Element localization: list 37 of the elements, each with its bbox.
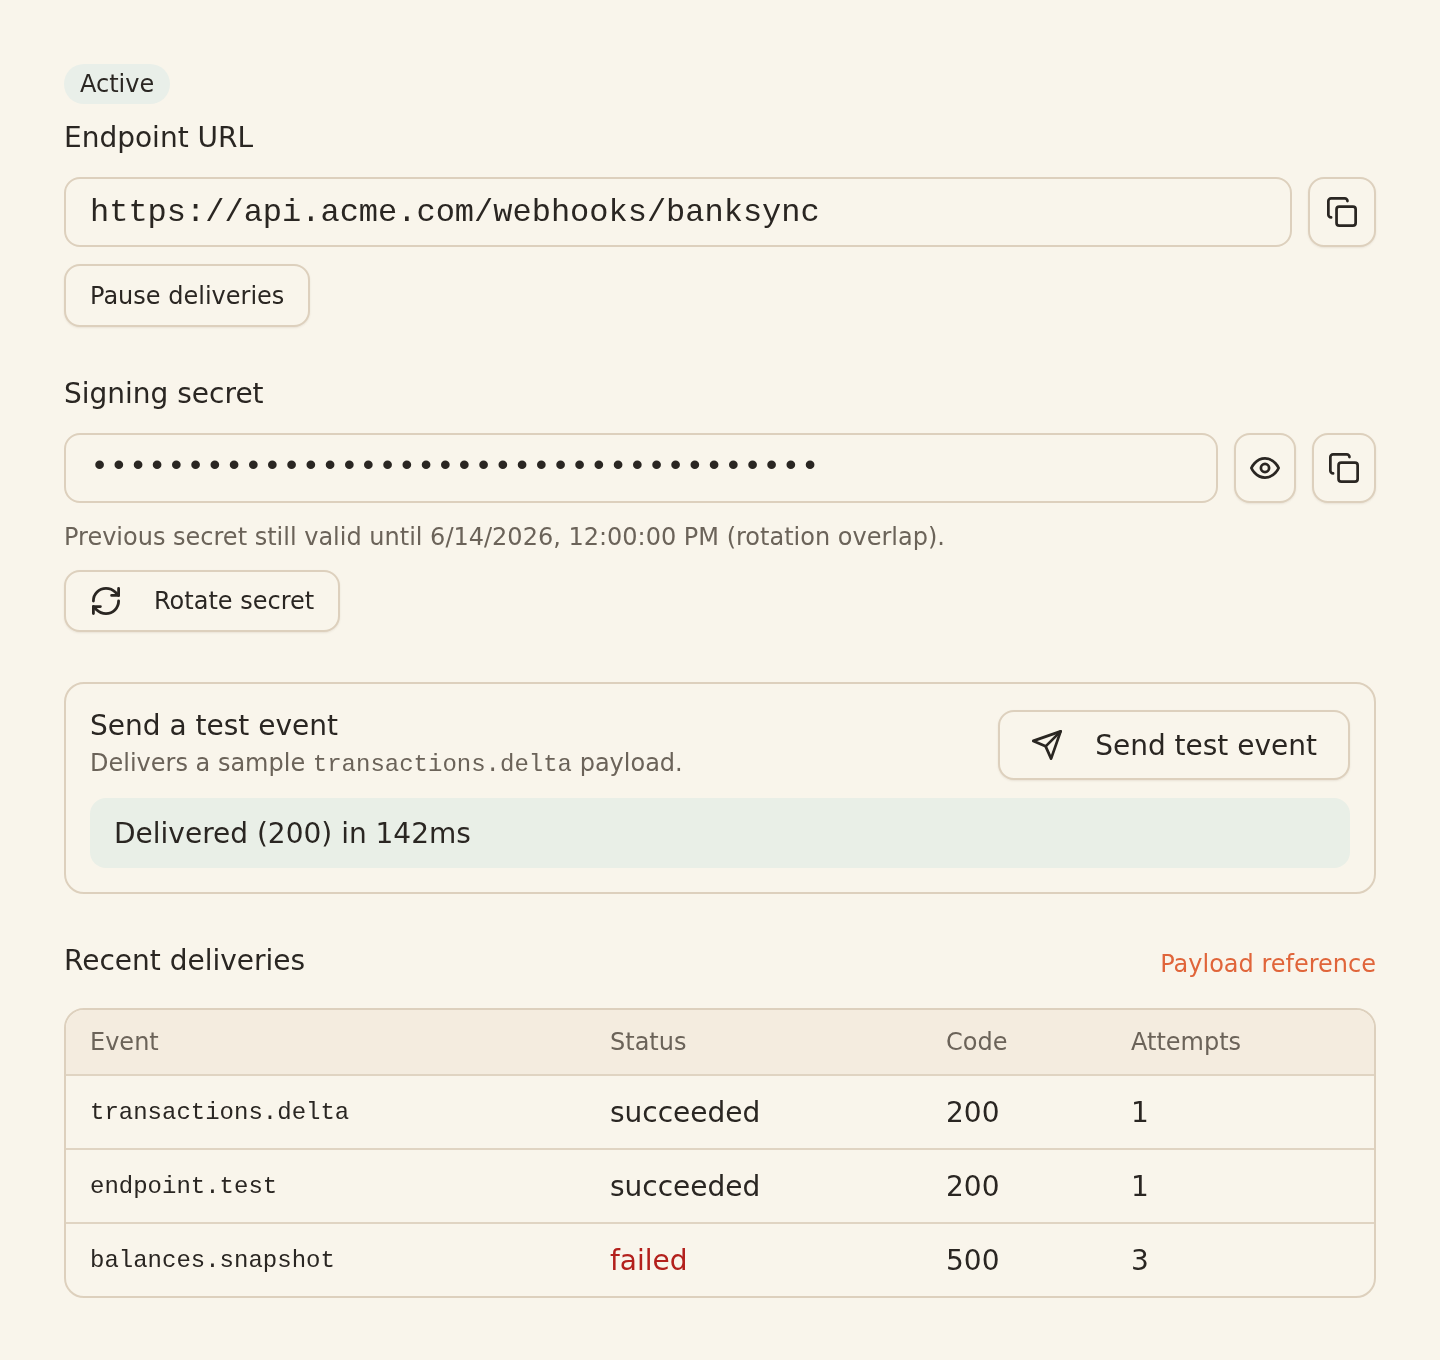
rotate-secret-button[interactable]: Rotate secret (64, 570, 341, 632)
copy-button[interactable] (1308, 177, 1376, 247)
table-cell-text: 1 (1130, 1095, 1150, 1129)
column-header: Status (609, 1028, 688, 1056)
send-test-event-button[interactable]: Send test event (998, 710, 1350, 780)
section-label: Endpoint URL (64, 121, 255, 155)
url-field[interactable]: https://api.acme.com/webhooks/banksync (64, 177, 1292, 247)
status-badge: Active (64, 64, 171, 104)
section-label: Signing secret (64, 377, 265, 411)
card-title: Send a test event (90, 710, 339, 742)
secret-field[interactable]: •••••••••••••••••••••••••••••••••••••• (64, 433, 1218, 503)
column-header: Attempts (1130, 1028, 1243, 1056)
pause-button[interactable]: Pause deliveries (64, 264, 311, 327)
copy-icon (1327, 197, 1357, 227)
copy-icon (1329, 453, 1359, 483)
section-heading: Recent deliveries (64, 944, 306, 978)
table-cell-text: balances.snapshot (89, 1246, 336, 1274)
table-cell-text: 200 (945, 1095, 1001, 1129)
send-icon (1032, 730, 1063, 760)
table-cell-text: 3 (1130, 1243, 1150, 1277)
show-secret-button[interactable] (1234, 433, 1296, 503)
table-cell-text: 500 (945, 1243, 1001, 1277)
table-cell-text: 1 (1130, 1169, 1150, 1203)
table-cell-text: 200 (945, 1169, 1001, 1203)
table-cell-text: transactions.delta (89, 1098, 351, 1126)
refresh-icon (92, 587, 120, 615)
card-description: Delivers a sample transactions.delta payload. (90, 748, 683, 780)
table-cell-text: endpoint.test (89, 1172, 279, 1200)
helper-text: Previous secret still valid until 6/14/2026, 12:00:00 PM (rotation overlap). (64, 522, 946, 552)
table-cell-text: succeeded (609, 1095, 762, 1129)
column-header: Code (945, 1028, 1009, 1056)
copy-button[interactable] (1312, 433, 1376, 503)
column-header: Event (89, 1028, 160, 1056)
eye-icon (1250, 457, 1280, 479)
table-cell-text: failed (609, 1243, 689, 1277)
table-cell-text: succeeded (609, 1169, 762, 1203)
result-message: Delivered (200) in 142ms (90, 798, 1350, 868)
